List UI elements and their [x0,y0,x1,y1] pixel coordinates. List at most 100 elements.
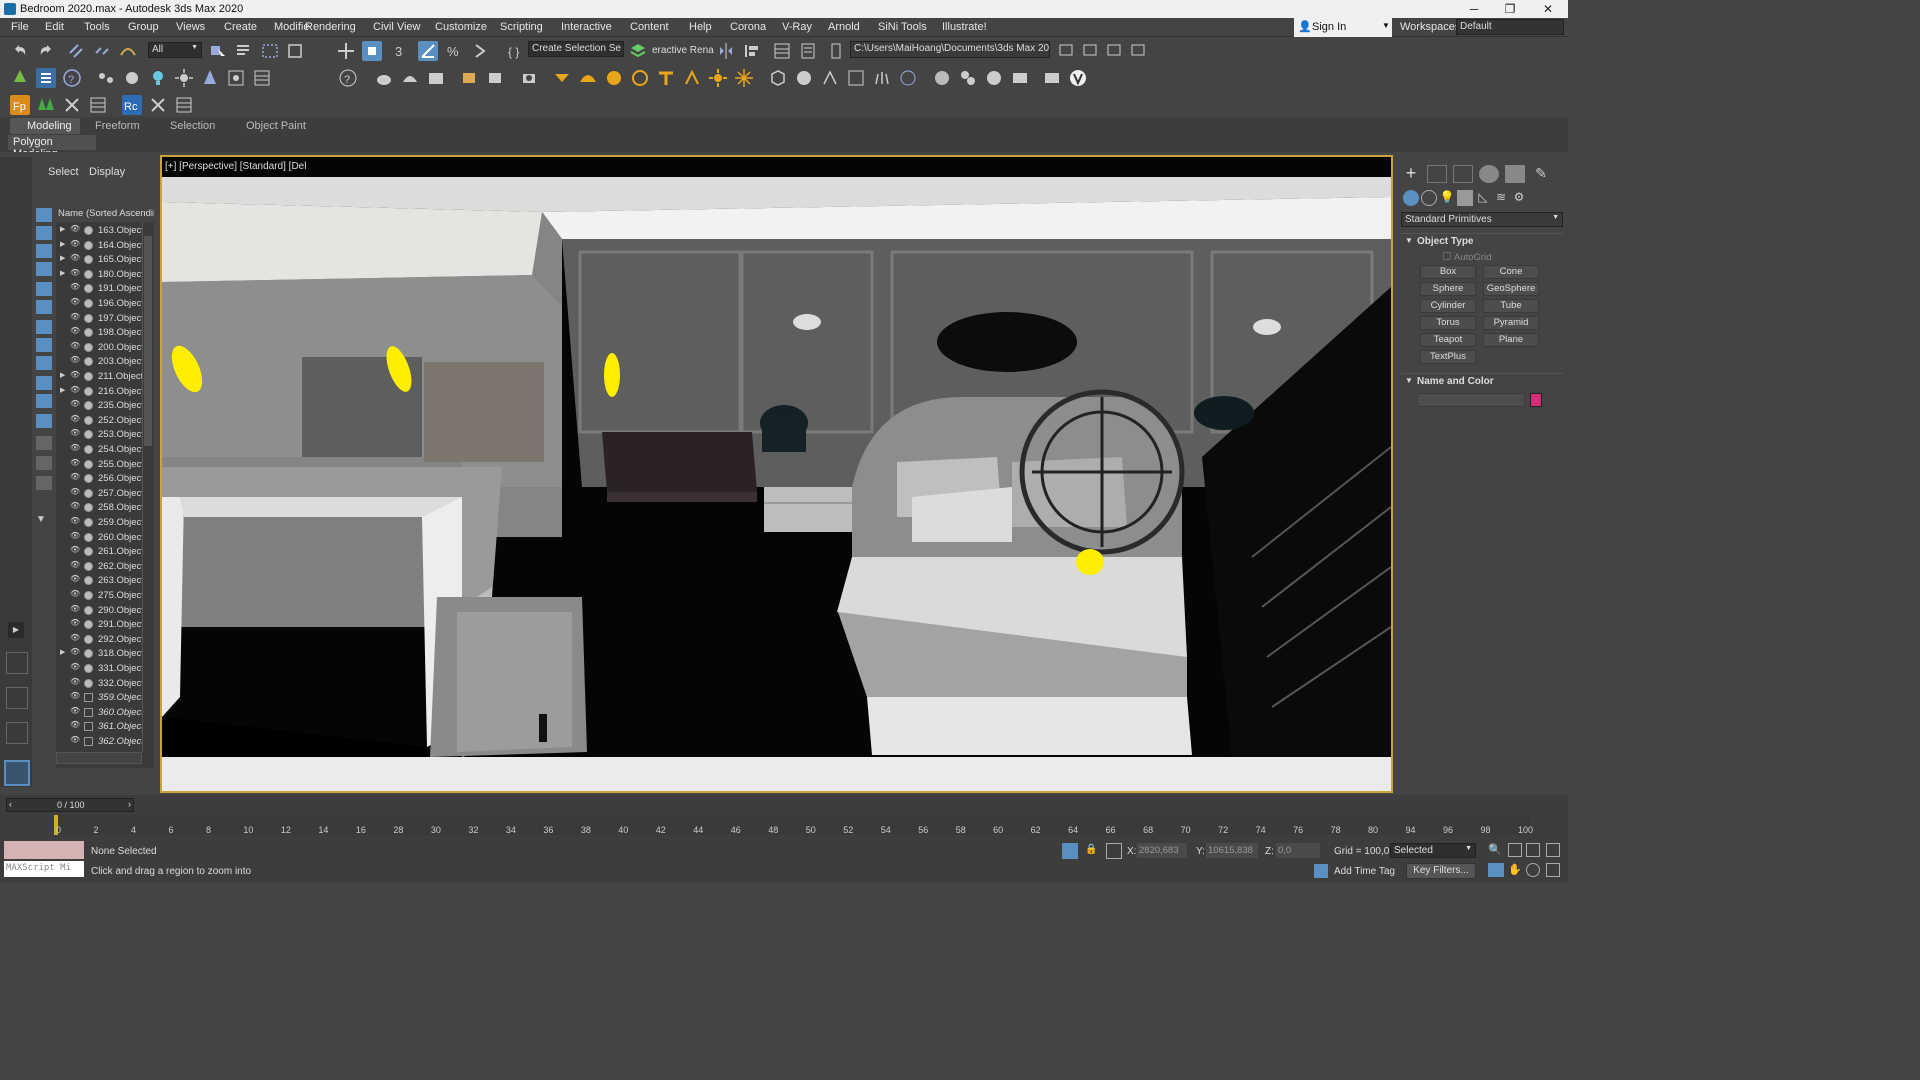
render-frame-icon[interactable] [426,68,446,88]
sphere-globe-icon[interactable] [794,68,814,88]
ribbon-tab-selection[interactable]: Selection [170,120,215,132]
visibility-eye-icon[interactable]: 👁 [70,501,80,510]
field-of-view-icon[interactable] [1488,863,1504,877]
rc-plugin-icon[interactable]: Rc [122,95,142,115]
visibility-eye-icon[interactable]: 👁 [70,662,80,671]
select-by-name-icon[interactable] [234,41,254,61]
scroll-thumb[interactable] [144,236,152,446]
list-item[interactable]: 👁 261.Object [56,545,142,559]
selection-mode-dropdown[interactable]: Selected ▼ [1390,843,1476,858]
shapes-category-icon[interactable] [1421,190,1437,206]
visibility-eye-icon[interactable]: 👁 [70,414,80,423]
object-type-rollout[interactable]: ▼ Object Type [1401,233,1563,249]
info-icon[interactable]: ? [338,68,358,88]
expand-arrow-icon[interactable]: ▶ [60,240,65,248]
sphere-light-icon[interactable] [604,68,624,88]
list-item[interactable]: 👁 262.Object [56,560,142,574]
list-item[interactable]: 👁 332.Object [56,677,142,691]
menu-tools[interactable]: Tools [84,21,110,33]
link-icon[interactable] [66,41,86,61]
menu-help[interactable]: Help [689,21,712,33]
spacewarps-category-icon[interactable]: ≋ [1493,190,1509,206]
ribbon-tab-object-paint[interactable]: Object Paint [246,120,306,132]
visibility-eye-icon[interactable]: 👁 [70,531,80,540]
list-item[interactable]: 👁 203.Object [56,355,142,369]
material-ball-icon[interactable] [932,68,952,88]
list-vscrollbar[interactable] [142,222,152,752]
extras-icon-4[interactable] [1128,41,1148,61]
sphere-button[interactable]: Sphere [1420,282,1476,296]
menu-group[interactable]: Group [128,21,159,33]
signin-box[interactable]: 👤 Sign In ▼ [1294,18,1392,37]
tube-button[interactable]: Tube [1483,299,1539,313]
tools-cross-icon[interactable] [62,95,82,115]
list-item[interactable]: ▶ 👁 165.Object [56,253,142,267]
angle-snap-icon[interactable] [418,41,438,61]
visibility-eye-icon[interactable]: 👁 [70,516,80,525]
ribbon-tab-modeling[interactable]: Modeling [10,118,80,134]
display-tab-icon[interactable] [1505,165,1525,183]
list-item[interactable]: 👁 253.Object [56,428,142,442]
menu-create[interactable]: Create [224,21,257,33]
systems-category-icon[interactable]: ⚙ [1511,190,1527,206]
percent-snap-icon[interactable]: % [444,41,464,61]
list-item[interactable]: 👁 191.Object [56,282,142,296]
motion-tab-icon[interactable] [1479,165,1499,183]
layer-icon[interactable] [628,41,648,61]
vray-logo-icon[interactable] [1068,68,1088,88]
zoom-icon[interactable]: 🔍 [1488,843,1502,857]
explorer-tab-display[interactable]: Display [89,166,125,178]
grid-table-icon-2[interactable] [174,95,194,115]
restore-button[interactable]: ❐ [1492,0,1528,18]
visibility-eye-icon[interactable]: 👁 [70,633,80,642]
spinner-snap-icon[interactable] [470,41,490,61]
polygon-modeling-panel[interactable]: Polygon Modeling [8,135,96,160]
visibility-eye-icon[interactable]: 👁 [70,545,80,554]
geometry-category-icon[interactable] [1403,190,1419,206]
list-item[interactable]: 👁 198.Object [56,326,142,340]
expand-arrow-icon[interactable]: ▶ [60,225,65,233]
frame-buffer-icon[interactable] [1010,68,1030,88]
visibility-eye-icon[interactable]: 👁 [70,399,80,408]
select-rotate-icon[interactable] [362,41,382,61]
visibility-eye-icon[interactable]: 👁 [70,487,80,496]
modify-tab-icon[interactable] [1427,165,1447,183]
filter-frozen-icon[interactable] [36,394,52,408]
sun-icon[interactable] [174,68,194,88]
absolute-mode-icon[interactable] [1106,843,1122,859]
menu-rendering[interactable]: Rendering [305,21,356,33]
list-item[interactable]: ▶ 👁 163.Object [56,224,142,238]
multi-material-icon[interactable] [958,68,978,88]
viewport-layout-4[interactable] [4,760,30,786]
palette-icon[interactable] [984,68,1004,88]
plane-icon[interactable] [846,68,866,88]
visibility-eye-icon[interactable]: 👁 [70,326,80,335]
interactive-render-label[interactable]: eractive Rena [652,45,714,56]
list-item[interactable]: 👁 252.Object [56,414,142,428]
expand-arrow-icon[interactable]: ▶ [60,386,65,394]
object-color-swatch[interactable] [1530,393,1542,407]
expand-arrow-icon[interactable]: ▶ [60,254,65,262]
filter-containers-icon[interactable] [36,376,52,390]
list-item[interactable]: 👁 362.Object [56,735,142,749]
extras-icon-3[interactable] [1104,41,1124,61]
snaps-toggle-icon[interactable]: 3 [392,41,412,61]
visibility-eye-icon[interactable]: 👁 [70,224,80,233]
plane-button[interactable]: Plane [1483,333,1539,347]
visibility-eye-icon[interactable]: 👁 [70,560,80,569]
grid-table-icon[interactable] [88,95,108,115]
visibility-eye-icon[interactable]: 👁 [70,428,80,437]
proxy-icon[interactable] [200,68,220,88]
select-object-icon[interactable] [208,41,228,61]
lights-category-icon[interactable]: 💡 [1439,190,1455,206]
expand-arrow-icon[interactable]: ▶ [60,648,65,656]
list-item[interactable]: 👁 196.Object [56,297,142,311]
cone-button[interactable]: Cone [1483,265,1539,279]
filter-shapes-icon[interactable] [36,226,52,240]
visibility-eye-icon[interactable]: 👁 [70,385,80,394]
list-item[interactable]: 👁 275.Object [56,589,142,603]
menu-arnold[interactable]: Arnold [828,21,860,33]
sun-light-icon[interactable] [708,68,728,88]
z-coordinate-field[interactable]: 0,0 [1276,843,1320,858]
list-hscrollbar[interactable] [56,752,142,764]
